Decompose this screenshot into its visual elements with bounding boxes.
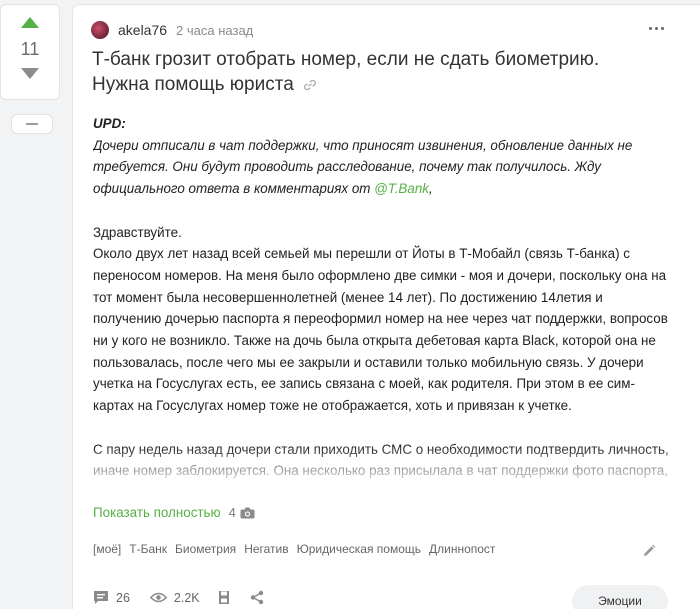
upd-paragraph: Дочери отписали в чат поддержки, что при… (93, 135, 673, 200)
eye-icon (149, 592, 167, 603)
post-title-text[interactable]: Т-банк грозит отобрать номер, если не сд… (92, 49, 599, 95)
minus-button[interactable] (11, 114, 53, 134)
greeting: Здравствуйте. (93, 224, 182, 240)
camera-icon (240, 507, 255, 518)
author-name[interactable]: akela76 (118, 22, 167, 38)
show-more-row: Показать полностью 4 (93, 505, 255, 520)
comment-count: 26 (116, 590, 130, 605)
comment-icon (94, 591, 108, 604)
upd-tail: , (428, 181, 433, 197)
show-more-link[interactable]: Показать полностью (93, 505, 221, 520)
post-footer: 26 2.2K (93, 590, 264, 605)
post-header: akela76 2 часа назад (91, 20, 253, 40)
avatar[interactable] (91, 21, 109, 39)
post-card: akela76 2 часа назад Т-банк грозит отобр… (72, 4, 700, 609)
rating-box: 11 (0, 4, 60, 100)
paragraph: С пару недель назад дочери стали приходи… (93, 441, 669, 487)
arrow-up-icon[interactable] (21, 17, 39, 28)
bookmark-icon[interactable] (218, 590, 230, 605)
more-icon[interactable] (649, 27, 664, 30)
post-title[interactable]: Т-банк грозит отобрать номер, если не сд… (92, 47, 652, 97)
arrow-down-icon[interactable] (21, 68, 39, 79)
post-time: 2 часа назад (176, 22, 254, 38)
tag[interactable]: [моё] (93, 542, 121, 556)
minus-icon (26, 123, 38, 125)
edit-icon[interactable] (642, 544, 656, 558)
link-icon[interactable] (302, 79, 318, 90)
emotions-button[interactable]: Эмоции (572, 585, 668, 609)
vote-panel: 11 (0, 4, 62, 134)
mention-link[interactable]: @T.Bank (374, 181, 429, 196)
views-counter: 2.2K (149, 590, 200, 605)
rating-count: 11 (20, 39, 40, 59)
tag[interactable]: Биометрия (175, 542, 236, 556)
tag[interactable]: Юридическая помощь (297, 542, 421, 556)
post-body: UPD: Дочери отписали в чат поддержки, чт… (93, 113, 673, 487)
tag-list: [моё] Т-Банк Биометрия Негатив Юридическ… (93, 542, 495, 556)
view-count: 2.2K (173, 590, 200, 605)
upd-label: UPD: (93, 116, 126, 131)
share-icon[interactable] (250, 590, 264, 605)
tag[interactable]: Негатив (244, 542, 288, 556)
tag[interactable]: Длиннопост (429, 542, 495, 556)
upd-text: Дочери отписали в чат поддержки, что при… (93, 137, 633, 197)
image-count: 4 (228, 505, 236, 520)
paragraph: Около двух лет назад всей семьей мы пере… (93, 246, 668, 414)
comments-button[interactable]: 26 (93, 590, 130, 605)
tag[interactable]: Т-Банк (129, 542, 167, 556)
